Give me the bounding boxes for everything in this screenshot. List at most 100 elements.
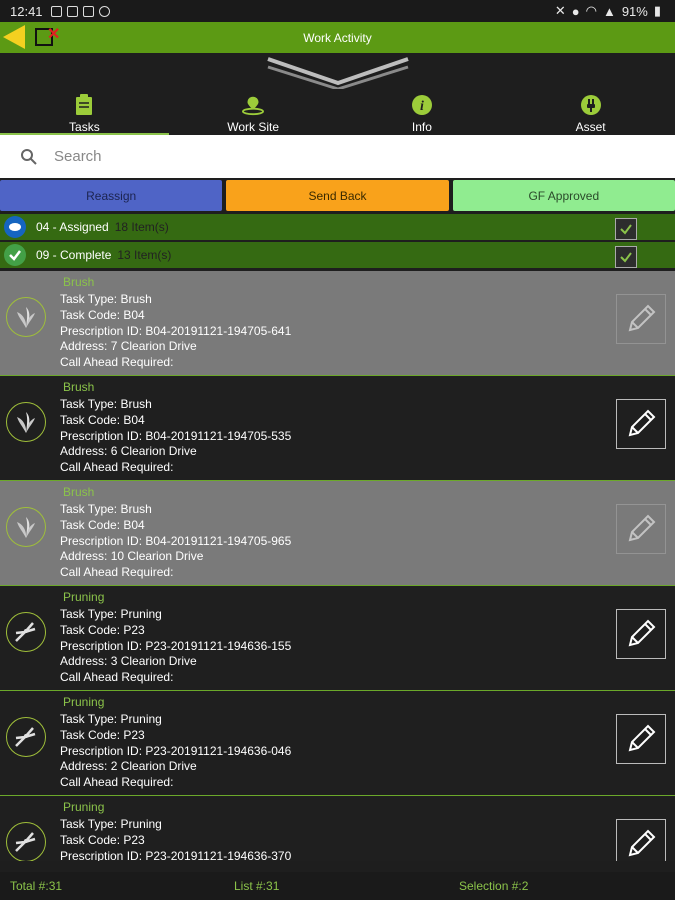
send-back-button[interactable]: Send Back	[226, 180, 449, 211]
complete-check-icon	[4, 244, 26, 266]
task-category: Pruning	[63, 695, 105, 709]
task-address: Address: 7 Clearion Drive	[60, 339, 197, 354]
signal-icon: ▲	[602, 3, 616, 19]
task-item[interactable]: Brush Task Type: Brush Task Code: B04 Pr…	[0, 271, 675, 376]
list-count: List #:31	[234, 879, 280, 893]
edit-pencil-icon[interactable]	[616, 504, 666, 554]
battery-icon: ▮	[653, 3, 661, 18]
assigned-icon	[4, 216, 26, 238]
search-icon	[21, 148, 37, 165]
group-select-checkbox[interactable]	[615, 218, 637, 240]
back-arrow-icon[interactable]	[3, 25, 25, 49]
pruner-icon	[6, 822, 46, 861]
info-icon: i	[411, 94, 433, 116]
task-type: Task Type: Pruning	[60, 607, 162, 621]
status-time: 12:41	[10, 3, 43, 19]
task-address: Address: 3 Clearion Drive	[60, 654, 197, 669]
drive-icon	[82, 5, 94, 17]
group-select-checkbox[interactable]	[615, 246, 637, 268]
task-type: Task Type: Pruning	[60, 817, 162, 831]
search-bar	[0, 135, 675, 178]
notification-icon	[50, 5, 62, 17]
group-count: 18 Item(s)	[114, 220, 169, 234]
tab-bar: Tasks Work Site i Info Asset	[0, 90, 675, 135]
gf-approved-button[interactable]: GF Approved	[452, 180, 675, 211]
edit-pencil-icon[interactable]	[616, 609, 666, 659]
edit-pencil-icon[interactable]	[616, 714, 666, 764]
pruner-icon	[6, 717, 46, 757]
collapse-chevron-icon[interactable]	[266, 55, 410, 89]
group-assigned[interactable]: 04 - Assigned 18 Item(s)	[0, 214, 675, 240]
app-bar: ✕ Work Activity	[0, 22, 675, 53]
task-category: Brush	[63, 380, 95, 394]
pruner-icon	[6, 612, 46, 652]
tab-asset[interactable]: Asset	[506, 90, 675, 134]
task-item[interactable]: Pruning Task Type: Pruning Task Code: P2…	[0, 796, 675, 861]
selection-count: Selection #:2	[459, 879, 529, 893]
task-item[interactable]: Brush Task Type: Brush Task Code: B04 Pr…	[0, 376, 675, 481]
edit-pencil-icon[interactable]	[616, 294, 666, 344]
sync-icon	[98, 5, 110, 17]
brush-icon	[6, 507, 46, 547]
battery-level: 91%	[621, 3, 648, 19]
task-address: Address: 10 Clearion Drive	[60, 549, 204, 564]
call-ahead: Call Ahead Required:	[60, 355, 174, 370]
location-icon	[242, 94, 265, 116]
prescription-id: Prescription ID: P23-20191121-194636-046	[60, 743, 292, 758]
wifi-icon: ◠	[585, 3, 597, 18]
tab-label: Asset	[575, 120, 606, 134]
tab-work-site[interactable]: Work Site	[169, 90, 338, 134]
group-count: 13 Item(s)	[117, 248, 172, 262]
call-ahead: Call Ahead Required:	[60, 670, 174, 685]
total-count: Total #:31	[10, 879, 63, 893]
task-code: Task Code: B04	[60, 517, 145, 532]
image-icon	[66, 5, 78, 17]
task-item[interactable]: Pruning Task Type: Pruning Task Code: P2…	[0, 586, 675, 691]
tab-label: Info	[411, 120, 432, 134]
task-category: Pruning	[63, 590, 105, 604]
edit-pencil-icon[interactable]	[616, 819, 666, 861]
prescription-id: Prescription ID: B04-20191121-194705-965	[60, 533, 292, 548]
task-item[interactable]: Brush Task Type: Brush Task Code: B04 Pr…	[0, 481, 675, 586]
svg-text:i: i	[420, 99, 424, 114]
prescription-id: Prescription ID: P23-20191121-194636-370	[60, 848, 292, 861]
call-ahead: Call Ahead Required:	[60, 460, 174, 475]
brush-icon	[6, 402, 46, 442]
task-category: Brush	[63, 485, 95, 499]
mute-icon: ✕	[554, 3, 566, 18]
tab-label: Work Site	[227, 120, 280, 134]
task-list[interactable]: Brush Task Type: Brush Task Code: B04 Pr…	[0, 271, 675, 861]
clipboard-icon	[73, 94, 95, 116]
task-type: Task Type: Pruning	[60, 712, 162, 726]
page-title: Work Activity	[303, 30, 372, 45]
brush-icon	[6, 297, 46, 337]
task-item[interactable]: Pruning Task Type: Pruning Task Code: P2…	[0, 691, 675, 796]
call-ahead: Call Ahead Required:	[60, 565, 174, 580]
prescription-id: Prescription ID: P23-20191121-194636-155	[60, 638, 292, 653]
task-code: Task Code: B04	[60, 412, 145, 427]
location-pin-icon: ●	[571, 3, 580, 19]
call-ahead: Call Ahead Required:	[60, 775, 174, 790]
task-category: Brush	[63, 275, 95, 289]
tab-tasks[interactable]: Tasks	[0, 90, 169, 135]
task-address: Address: 2 Clearion Drive	[60, 759, 197, 774]
task-code: Task Code: P23	[60, 832, 145, 847]
task-type: Task Type: Brush	[60, 292, 152, 306]
search-input[interactable]	[52, 147, 616, 166]
group-complete[interactable]: 09 - Complete 13 Item(s)	[0, 242, 675, 268]
footer-bar: Total #:31 List #:31 Selection #:2	[0, 872, 675, 900]
task-code: Task Code: B04	[60, 307, 145, 322]
task-type: Task Type: Brush	[60, 502, 152, 516]
task-category: Pruning	[63, 800, 105, 814]
reassign-button[interactable]: Reassign	[0, 180, 223, 211]
prescription-id: Prescription ID: B04-20191121-194705-641	[60, 323, 292, 338]
task-type: Task Type: Brush	[60, 397, 152, 411]
plug-icon	[580, 94, 602, 116]
tab-info[interactable]: i Info	[338, 90, 507, 134]
clear-selection-icon[interactable]: ✕	[35, 26, 60, 46]
tab-label: Tasks	[69, 120, 100, 134]
prescription-id: Prescription ID: B04-20191121-194705-535	[60, 428, 292, 443]
task-code: Task Code: P23	[60, 622, 145, 637]
status-bar: 12:41 ✕ ● ◠ ▲ 91% ▮	[0, 0, 675, 22]
edit-pencil-icon[interactable]	[616, 399, 666, 449]
